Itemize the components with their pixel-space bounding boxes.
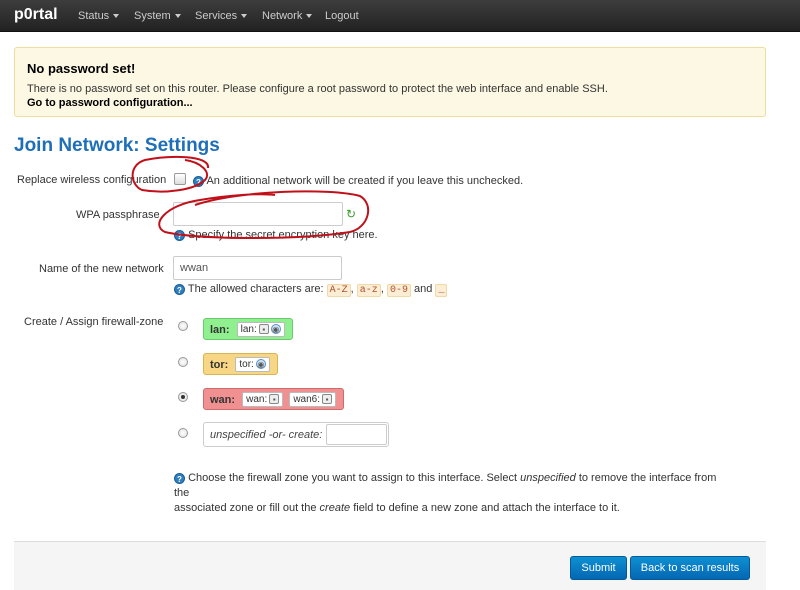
reveal-password-icon[interactable]: ↻ — [346, 207, 356, 221]
submit-button[interactable]: Submit — [570, 556, 627, 580]
replace-config-help: ? An additional network will be created … — [193, 175, 523, 187]
chevron-down-icon — [241, 14, 248, 19]
iface-wan: wan: ▪ — [242, 392, 284, 407]
firewall-help-text: associated zone or fill out the — [174, 502, 317, 514]
chevron-down-icon — [306, 14, 313, 19]
firewall-help-text: Choose the firewall zone you want to ass… — [188, 472, 518, 484]
wifi-icon: ◉ — [255, 359, 266, 369]
zone-unspecified-label: unspecified -or- create: — [210, 429, 323, 441]
replace-config-checkbox[interactable] — [174, 173, 186, 185]
wpa-help-text: Specify the secret encryption key here. — [188, 229, 378, 241]
back-to-scan-results-button[interactable]: Back to scan results — [630, 556, 750, 580]
form-actions-bar: Submit Back to scan results — [14, 541, 766, 590]
iface-wan6: wan6: ▪ — [289, 392, 336, 407]
alert-title: No password set! — [27, 61, 136, 76]
zone-lan-radio[interactable] — [178, 321, 188, 331]
nav-network[interactable]: Network — [262, 10, 313, 22]
firewall-help-text: field to define a new zone and attach th… — [353, 502, 620, 514]
zone-tor[interactable]: tor: tor: ◉ — [203, 353, 278, 375]
zone-wan[interactable]: wan: wan: ▪ wan6: ▪ — [203, 388, 344, 410]
zone-lan-name: lan: — [210, 323, 230, 336]
ethernet-icon: ▪ — [258, 324, 269, 334]
chevron-down-icon — [174, 14, 181, 19]
wifi-icon: ◉ — [270, 324, 281, 334]
nav-services[interactable]: Services — [195, 10, 248, 22]
iface-wan-label: wan: — [246, 394, 268, 405]
allowed-chars-uppercase: A-Z — [326, 284, 351, 297]
chevron-down-icon — [113, 14, 120, 19]
top-navbar: p0rtal Status System Services Network Lo… — [0, 0, 800, 32]
iface-lan: lan: ▪ ◉ — [236, 322, 285, 337]
help-icon: ? — [174, 283, 185, 295]
brand-logo[interactable]: p0rtal — [14, 6, 58, 24]
zone-tor-name: tor: — [210, 358, 229, 371]
iface-tor-label: tor: — [239, 359, 254, 370]
zone-unspecified: unspecified -or- create: — [203, 422, 389, 447]
help-icon: ? — [193, 175, 204, 187]
iface-tor: tor: ◉ — [235, 357, 270, 372]
replace-config-help-text: An additional network will be created if… — [206, 175, 524, 187]
help-icon: ? — [174, 229, 185, 241]
allowed-chars-digits: 0-9 — [386, 284, 411, 297]
nav-services-label: Services — [195, 10, 238, 22]
firewall-help-emphasis: unspecified — [520, 472, 576, 484]
zone-wan-radio[interactable] — [178, 392, 188, 402]
no-password-alert: No password set! There is no password se… — [14, 47, 766, 117]
network-name-help: ? The allowed characters are: A-Z, a-z, … — [174, 283, 448, 297]
allowed-chars-and: and — [414, 283, 433, 295]
replace-config-label: Replace wireless configuration — [17, 174, 167, 186]
iface-lan-label: lan: — [240, 324, 257, 335]
nav-system[interactable]: System — [134, 10, 181, 22]
page-title: Join Network: Settings — [14, 135, 220, 156]
zone-wan-name: wan: — [210, 393, 236, 406]
help-icon: ? — [174, 472, 185, 484]
network-name-input[interactable]: wwan — [173, 256, 342, 280]
firewall-help-emphasis: create — [319, 502, 351, 514]
network-name-help-text: The allowed characters are: — [187, 283, 324, 295]
zone-tor-radio[interactable] — [178, 357, 188, 367]
wpa-help: ? Specify the secret encryption key here… — [174, 229, 378, 241]
alert-text: There is no password set on this router.… — [27, 83, 608, 95]
allowed-chars-lowercase: a-z — [356, 284, 381, 297]
network-name-label: Name of the new network — [39, 263, 164, 275]
password-config-link[interactable]: Go to password configuration... — [27, 97, 193, 109]
firewall-zone-label: Create / Assign firewall-zone — [24, 316, 164, 328]
zone-unspecified-radio[interactable] — [178, 428, 188, 438]
nav-logout[interactable]: Logout — [325, 10, 359, 22]
nav-status-label: Status — [78, 10, 110, 22]
nav-network-label: Network — [262, 10, 303, 22]
nav-status[interactable]: Status — [78, 10, 120, 22]
zone-lan[interactable]: lan: lan: ▪ ◉ — [203, 318, 293, 340]
nav-system-label: System — [134, 10, 171, 22]
allowed-chars-separator: , — [380, 283, 384, 295]
firewall-help: ? Choose the firewall zone you want to a… — [174, 471, 734, 516]
ethernet-icon: ▪ — [322, 394, 332, 404]
iface-wan6-label: wan6: — [293, 394, 320, 405]
allowed-chars-separator: , — [350, 283, 354, 295]
allowed-chars-underscore: _ — [435, 284, 448, 297]
new-zone-input[interactable] — [326, 424, 387, 445]
wpa-passphrase-input[interactable] — [173, 202, 343, 226]
ethernet-icon: ▪ — [269, 394, 280, 404]
wpa-passphrase-label: WPA passphrase — [76, 209, 160, 221]
